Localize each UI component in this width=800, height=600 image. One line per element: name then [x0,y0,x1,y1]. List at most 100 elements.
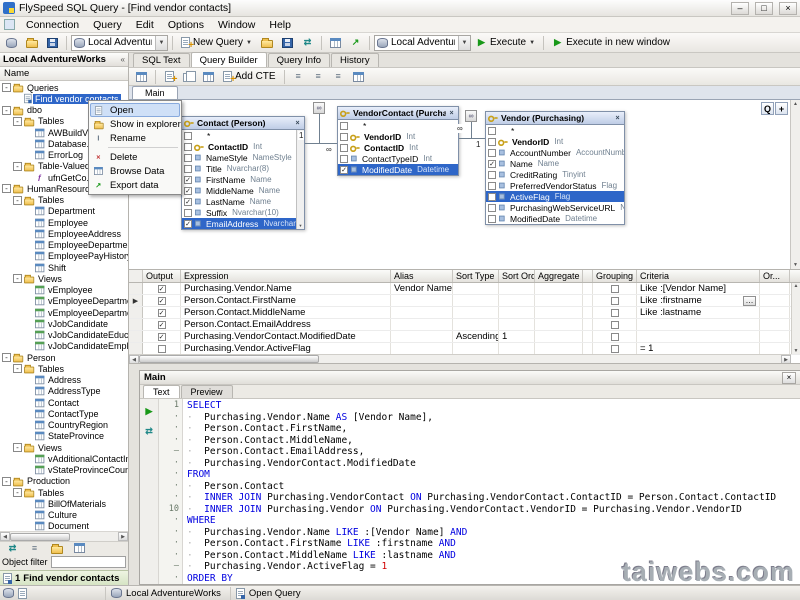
blank-cell[interactable] [583,343,593,354]
column-header-alias[interactable]: Alias [391,270,453,282]
diagram-table[interactable]: Vendor (Purchasing)×*VendorIDIntAccountN… [485,111,625,225]
scroll-up-icon[interactable]: ▲ [794,283,799,289]
column-header-criteria[interactable]: Criteria [637,270,760,282]
field-checkbox[interactable] [488,182,496,190]
tree-item[interactable]: Employee [0,217,128,228]
close-table-icon[interactable]: × [293,120,302,127]
tree-item[interactable]: -Tables [0,363,128,374]
scroll-right-icon[interactable]: ▶ [118,532,128,541]
tree-item[interactable]: EmployeeDepartmentHistory [0,240,128,251]
diagram-field[interactable]: ContactTypeIDInt [338,153,458,164]
connection-combo-dropdown-icon[interactable]: ▼ [155,36,167,50]
canvas-add-button[interactable]: + [775,102,788,115]
expander-icon[interactable]: - [2,353,11,362]
row-selector[interactable] [129,307,143,318]
expander-icon[interactable]: - [13,196,22,205]
tree-item[interactable]: -Tables [0,487,128,498]
tree-item[interactable]: -Person [0,352,128,363]
row-selector[interactable] [129,343,143,354]
sort-type-cell[interactable] [453,319,499,330]
expander-icon[interactable]: - [13,274,22,283]
tree-item[interactable]: EmployeeAddress [0,228,128,239]
context-menu-export-data[interactable]: ↗Export data [90,178,180,192]
output-checkbox[interactable]: ✓ [158,285,166,293]
column-header-aggregate[interactable]: Aggregate [535,270,583,282]
save-query-button[interactable] [278,34,297,51]
context-menu-open[interactable]: Open [90,103,180,117]
alias-cell[interactable] [391,319,453,330]
tab-main[interactable]: Main [132,86,178,99]
diagram-field[interactable]: ActiveFlagFlag [486,191,624,202]
field-checkbox[interactable] [488,149,496,157]
scroll-down-icon[interactable]: ▼ [794,348,799,354]
output-checkbox[interactable] [158,345,166,353]
grid-hscrollbar[interactable]: ◀ ▶ [129,354,791,363]
tree-item[interactable]: ContactType [0,408,128,419]
tree-item[interactable]: vStateProvinceCountryRegion [0,465,128,476]
diagram-table-header[interactable]: VendorContact (Purchasi...× [338,107,458,120]
tree-item[interactable]: StateProvince [0,431,128,442]
expander-icon[interactable]: - [13,364,22,373]
close-table-icon[interactable]: × [447,110,456,117]
diagram-table[interactable]: Contact (Person)×*ContactIDIntNameStyleN… [181,116,305,230]
expander-icon[interactable]: - [2,106,11,115]
grouping-cell[interactable] [593,319,637,330]
canvas-search-button[interactable]: Q [761,102,774,115]
diagram-field[interactable]: ✓MiddleNameName [182,185,304,196]
open-query-button[interactable] [257,34,277,51]
tree-item[interactable]: vEmployee [0,285,128,296]
field-checkbox[interactable]: ✓ [184,198,192,206]
alias-cell[interactable] [391,295,453,306]
join-line[interactable] [459,138,485,139]
or-cell[interactable] [760,283,790,294]
query-connection-combo-dropdown-icon[interactable]: ▼ [458,36,470,50]
field-checkbox[interactable] [340,144,348,152]
diagram-field[interactable]: PreferredVendorStatusFlag [486,180,624,191]
blank-cell[interactable] [583,307,593,318]
diagram-field[interactable]: ModifiedDateDatetime [486,213,624,224]
tree-item[interactable]: vJobCandidate [0,318,128,329]
grid-vscrollbar[interactable]: ▲ ▼ [791,283,800,354]
tree-item[interactable]: vEmployeeDepartment [0,296,128,307]
output-checkbox[interactable]: ✓ [158,333,166,341]
tree-item[interactable]: Address [0,375,128,386]
tree-item[interactable]: AddressType [0,386,128,397]
tree-item[interactable]: -Production [0,476,128,487]
sort-type-cell[interactable] [453,343,499,354]
run-query-icon[interactable]: ▶ [142,404,157,418]
diagram-field[interactable]: PurchasingWebServiceURLNvarchar(1024) [486,202,624,213]
tree-item[interactable]: vEmployeeDepartmentHistory [0,307,128,318]
field-checkbox[interactable] [184,165,192,173]
sort-order-cell[interactable] [499,319,535,330]
tree-item[interactable]: vAdditionalContactInfo [0,453,128,464]
sort-type-cell[interactable] [453,307,499,318]
menu-help[interactable]: Help [262,18,298,32]
menu-window[interactable]: Window [211,18,262,32]
add-cte-button[interactable]: Add CTE [219,68,280,85]
sort-order-cell[interactable]: 1 [499,331,535,342]
menu-edit[interactable]: Edit [129,18,161,32]
new-query-button[interactable]: New Query▼ [177,34,256,51]
tab-history[interactable]: History [331,53,379,67]
output-cell[interactable]: ✓ [143,307,181,318]
grouping-checkbox[interactable] [611,297,619,305]
scroll-left-icon[interactable]: ◀ [129,355,139,364]
or-cell[interactable] [760,307,790,318]
scroll-up-icon[interactable]: ▲ [793,101,798,107]
tree-item[interactable]: -Views [0,442,128,453]
row-selector[interactable] [129,319,143,330]
execute-button[interactable]: ▶Execute▼ [472,34,539,51]
aggregate-cell[interactable] [535,283,583,294]
grid-row[interactable]: ✓Purchasing.Vendor.NameVendor NameLike :… [129,283,800,295]
expression-cell[interactable]: Person.Contact.FirstName [181,295,391,306]
aggregate-cell[interactable] [535,307,583,318]
aggregate-cell[interactable] [535,319,583,330]
expression-cell[interactable]: Person.Contact.MiddleName [181,307,391,318]
execute-button-dropdown-icon[interactable]: ▼ [529,40,535,46]
criteria-editor-button[interactable]: … [743,296,756,306]
close-table-icon[interactable]: × [613,115,622,122]
expression-cell[interactable]: Person.Contact.EmailAddress [181,319,391,330]
close-button[interactable]: × [779,2,797,15]
diagram-field[interactable]: * [338,120,458,131]
menu-query[interactable]: Query [86,18,129,32]
